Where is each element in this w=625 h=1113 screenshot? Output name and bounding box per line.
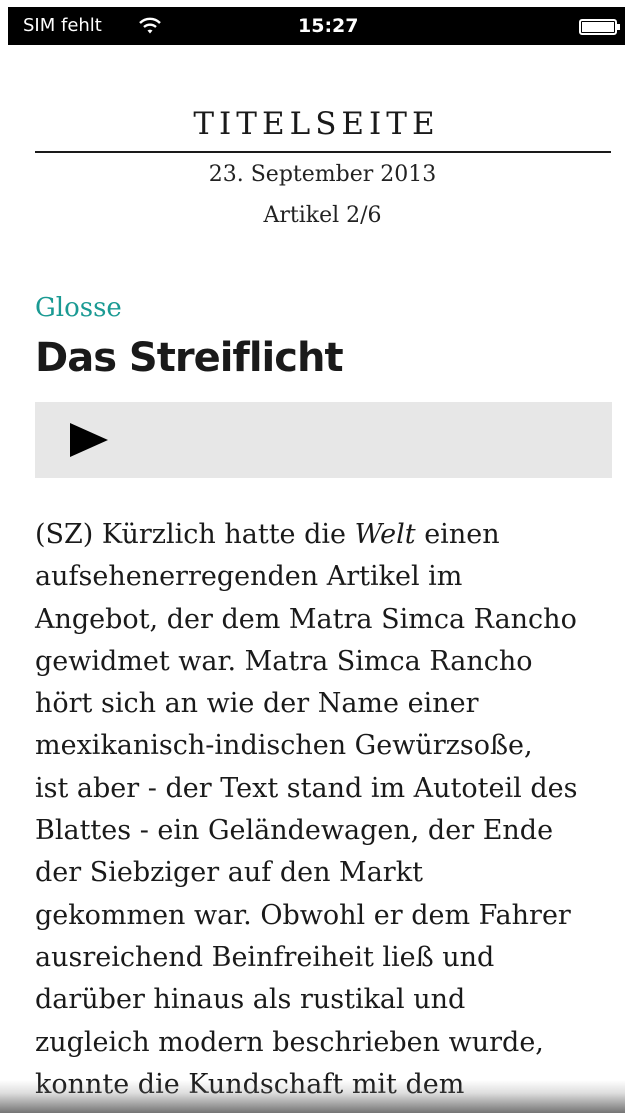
article-body-line: ist aber - der Text stand im Autoteil de…: [35, 768, 615, 810]
article-body-line: Angebot, der dem Matra Simca Rancho: [35, 599, 615, 641]
article-body-text: aufsehenerregenden Artikel im: [35, 561, 463, 593]
issue-date: 23. September 2013: [208, 162, 437, 187]
article-body-line: hört sich an wie der Name einer: [35, 683, 615, 725]
article-body-text: (SZ) Kürzlich hatte die: [35, 519, 355, 550]
article-body-text: gekommen war. Obwohl er dem Fahrer: [35, 899, 571, 931]
article-body-line: darüber hinaus als rustikal und: [35, 979, 615, 1021]
article-body-text: hört sich an wie der Name einer: [35, 688, 479, 720]
article-body-text: Blattes - ein Geländewagen, der Ende: [35, 815, 554, 847]
article-body-text: der Siebziger auf den Markt: [35, 857, 423, 889]
article-body-line: mexikanisch-indischen Gewürzsoße,: [35, 725, 615, 767]
article-headline: Das Streiflicht: [35, 335, 344, 381]
article-body-text: zugleich modern beschrieben wurde,: [35, 1026, 544, 1058]
article-body-line: der Siebziger auf den Markt: [35, 852, 615, 894]
article-body-text: ausreichend Beinfreiheit ließ und: [35, 941, 495, 973]
article-body-text: Angebot, der dem Matra Simca Rancho: [35, 603, 577, 635]
article-body-line: aufsehenerregenden Artikel im: [35, 556, 615, 598]
article-body-text: darüber hinaus als rustikal und: [35, 984, 466, 1016]
article-body-line: konnte die Kundschaft mit dem: [35, 1064, 615, 1106]
wifi-icon: [139, 17, 161, 34]
article-body: (SZ) Kürzlich hatte die Welt einen aufseh…: [35, 514, 615, 1106]
article-body-line: (SZ) Kürzlich hatte die Welt einen: [35, 514, 615, 556]
status-time: 15:27: [298, 15, 359, 37]
play-icon[interactable]: [70, 423, 108, 457]
article-body-text: einen: [415, 519, 500, 550]
audio-player[interactable]: [35, 402, 612, 478]
article-body-line: ausreichend Beinfreiheit ließ und: [35, 937, 615, 979]
article-body-line: gekommen war. Obwohl er dem Fahrer: [35, 895, 615, 937]
article-counter: Artikel 2/6: [263, 203, 382, 228]
status-bar: SIM fehlt 15:27: [8, 7, 625, 45]
section-title: TITELSEITE: [193, 106, 440, 142]
header-divider: [35, 151, 611, 153]
article-kicker: Glosse: [35, 293, 122, 323]
article-body-text: mexikanisch-indischen Gewürzsoße,: [35, 730, 533, 762]
battery-icon: [579, 19, 620, 35]
article-body-line: Blattes - ein Geländewagen, der Ende: [35, 810, 615, 852]
article-body-text: ist aber - der Text stand im Autoteil de…: [35, 772, 578, 804]
article-body-line: gewidmet war. Matra Simca Rancho: [35, 641, 615, 683]
article-body-text: konnte die Kundschaft mit dem: [35, 1068, 465, 1100]
carrier-label: SIM fehlt: [23, 15, 102, 36]
article-body-line: zugleich modern beschrieben wurde,: [35, 1022, 615, 1064]
article-body-text: gewidmet war. Matra Simca Rancho: [35, 645, 533, 677]
article-body-emphasis: Welt: [354, 519, 416, 550]
